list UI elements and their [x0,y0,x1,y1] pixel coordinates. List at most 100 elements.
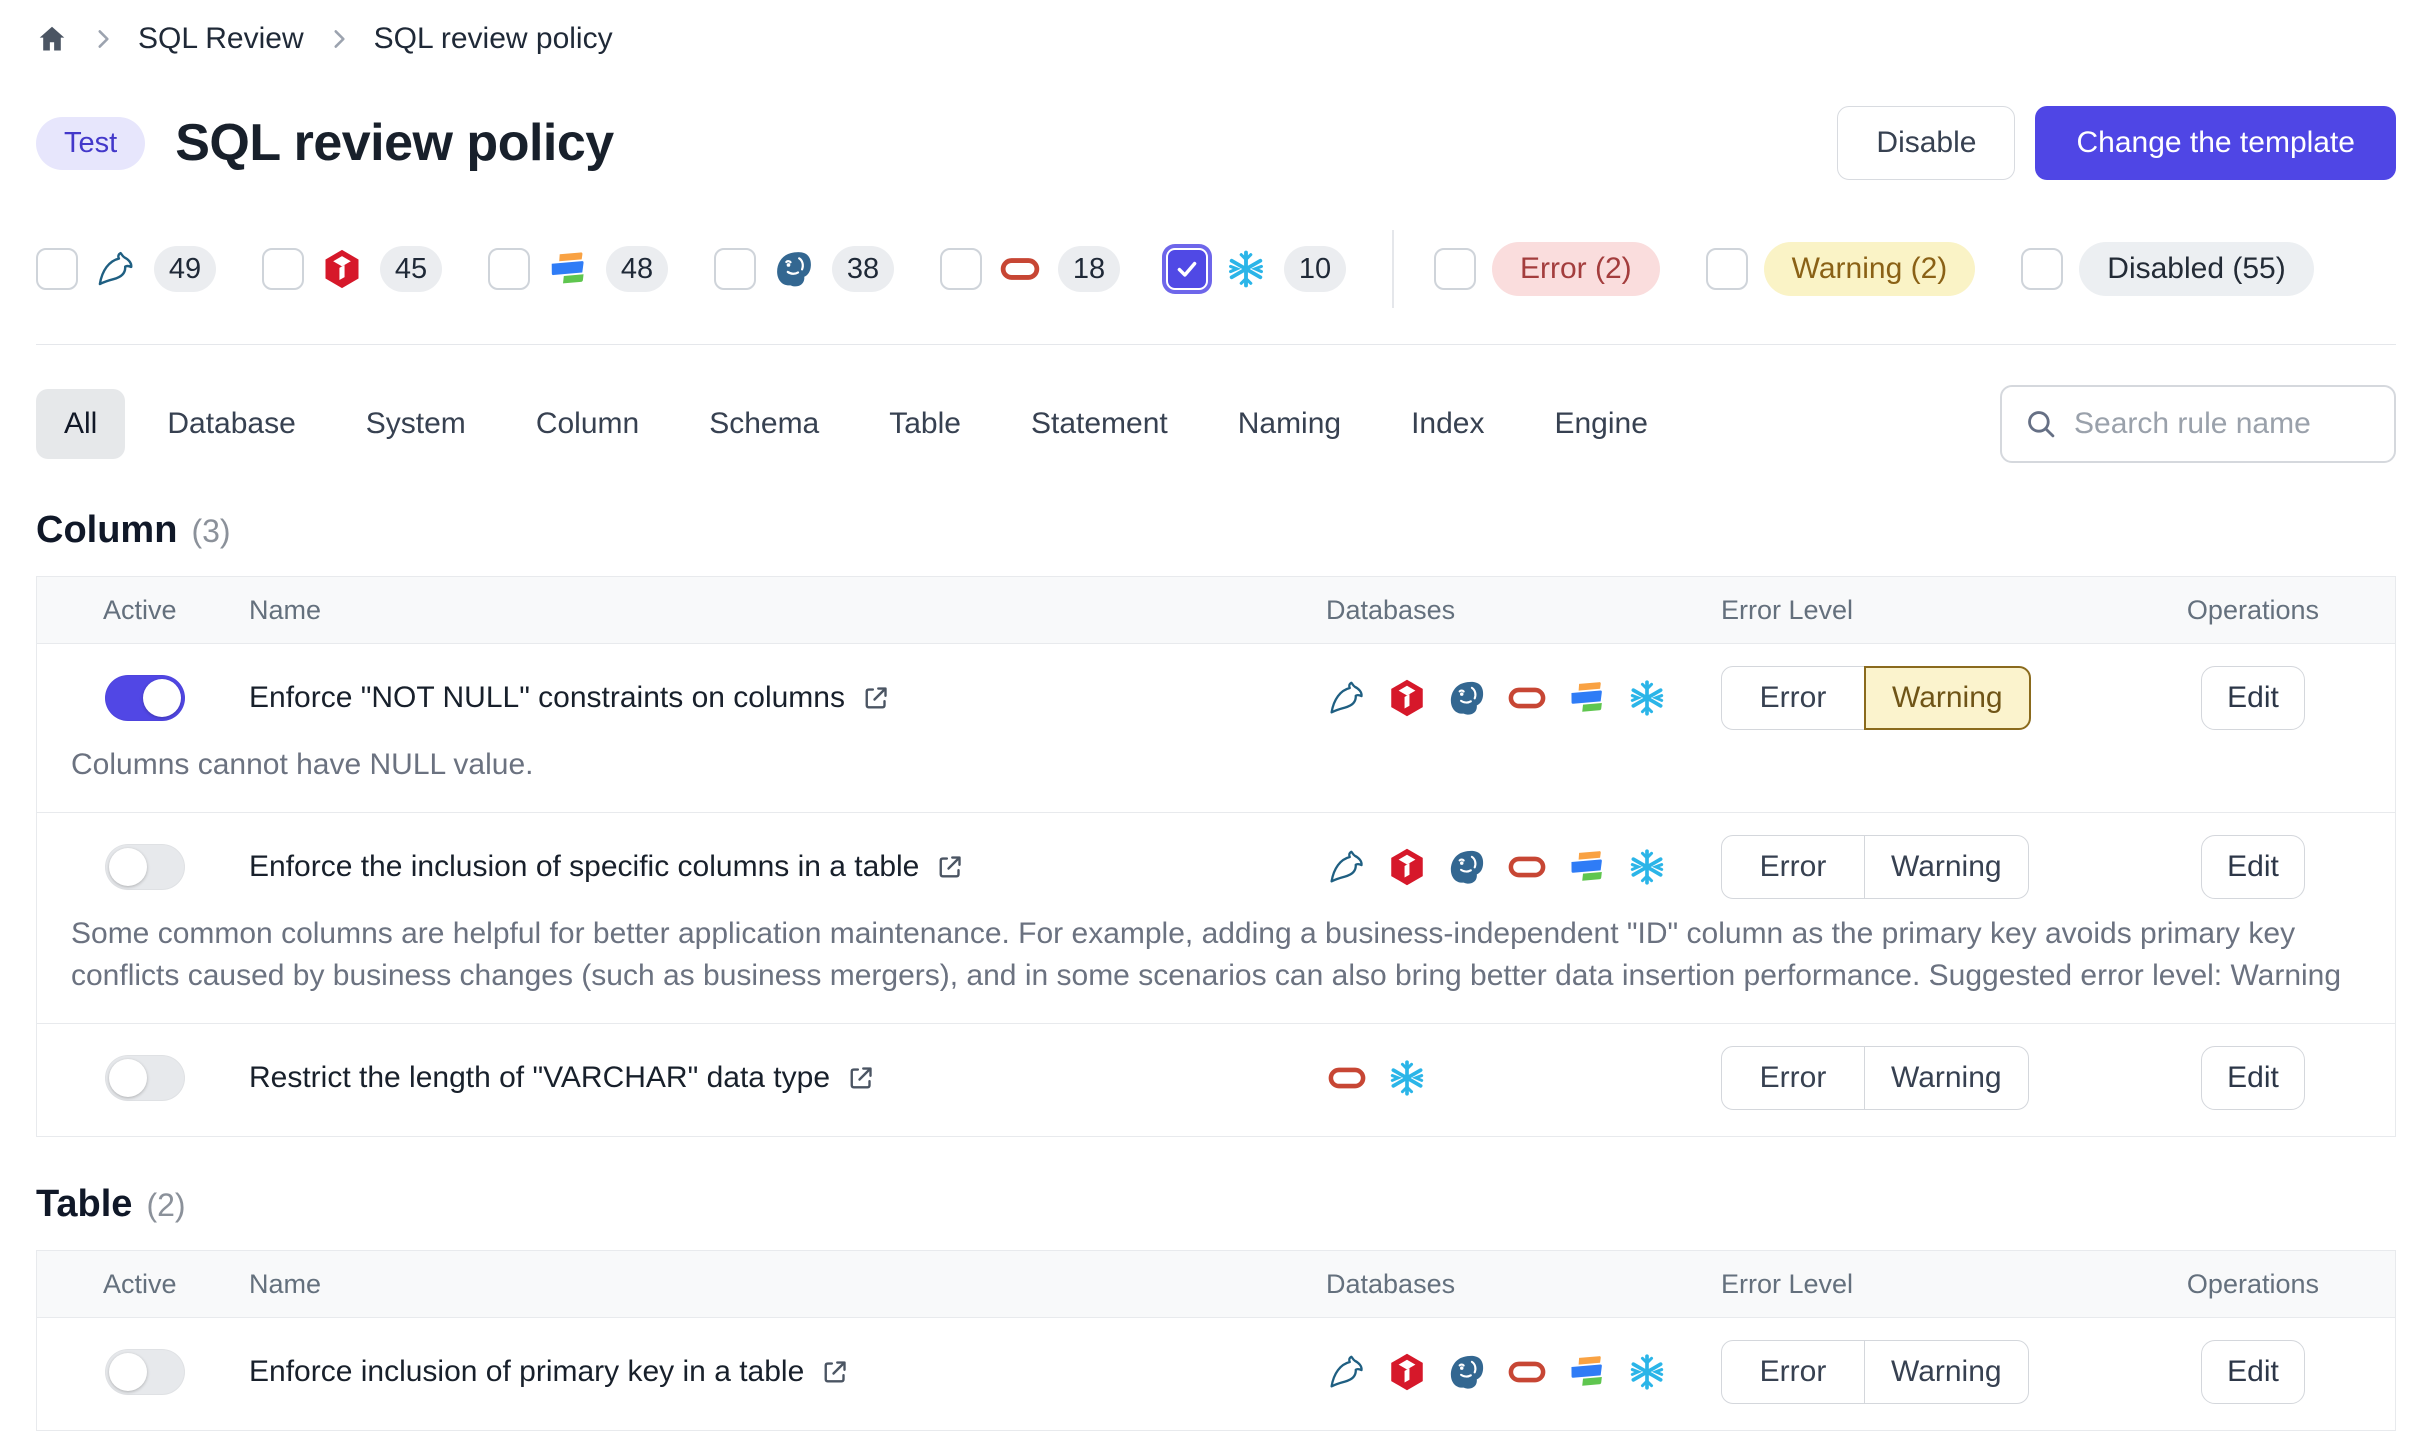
postgres-icon [1446,846,1488,888]
category-tabs-row: AllDatabaseSystemColumnSchemaTableStatem… [36,385,2396,463]
level-filter[interactable]: Error (2) [1434,242,1660,296]
error-level-button[interactable]: Error [1721,666,1865,730]
rule-name[interactable]: Restrict the length of "VARCHAR" data ty… [249,1061,830,1095]
tidb-icon [1386,846,1428,888]
engine-filter[interactable]: 48 [488,246,668,292]
home-icon[interactable] [36,23,68,55]
rule-name[interactable]: Enforce "NOT NULL" constraints on column… [249,681,845,715]
snowflake-icon [1626,677,1668,719]
tab-statement[interactable]: Statement [1003,389,1196,459]
engine-checkbox[interactable] [262,248,304,290]
column-header-databases: Databases [1326,595,1721,626]
rule-row: Enforce "NOT NULL" constraints on column… [37,644,2395,813]
breadcrumb-sql-review[interactable]: SQL Review [138,22,304,56]
column-header-name: Name [249,595,1326,626]
oceanbase-icon [1566,677,1608,719]
search-input[interactable] [2072,406,2394,442]
column-header-name: Name [249,1269,1326,1300]
page-title: SQL review policy [175,113,614,173]
section-count: (3) [191,513,230,550]
page-header: Test SQL review policy Disable Change th… [36,106,2396,180]
oracle-icon [1326,1057,1368,1099]
header-actions: Disable Change the template [1837,106,2396,180]
warning-level-button[interactable]: Warning [1864,835,2029,899]
section-divider [36,344,2396,345]
external-link-icon[interactable] [861,683,891,713]
active-toggle[interactable] [105,1055,185,1101]
edit-button[interactable]: Edit [2201,1340,2305,1404]
rule-row: Enforce the inclusion of specific column… [37,813,2395,1024]
rule-databases [1326,677,1721,719]
level-filters: Error (2) Warning (2) Disabled (55) [1434,242,2360,296]
tab-table[interactable]: Table [861,389,989,459]
mysql-icon [1326,846,1368,888]
engine-filter[interactable]: 49 [36,246,216,292]
edit-button[interactable]: Edit [2201,1046,2305,1110]
active-toggle[interactable] [105,844,185,890]
tab-engine[interactable]: Engine [1526,389,1675,459]
postgres-icon [1446,677,1488,719]
engine-filter[interactable]: 45 [262,246,442,292]
oracle-icon [1506,1351,1548,1393]
chevron-right-icon [90,26,116,52]
error-level-button[interactable]: Error [1721,835,1865,899]
external-link-icon[interactable] [935,852,965,882]
level-checkbox[interactable] [2021,248,2063,290]
edit-button[interactable]: Edit [2201,835,2305,899]
engine-checkbox[interactable] [714,248,756,290]
warning-level-button[interactable]: Warning [1864,666,2031,730]
tab-column[interactable]: Column [508,389,667,459]
section-heading: Column (3) [36,509,2396,552]
oceanbase-icon [1566,1351,1608,1393]
mysql-icon [1326,1351,1368,1393]
level-checkbox[interactable] [1434,248,1476,290]
error-level-button[interactable]: Error [1721,1340,1865,1404]
tab-all[interactable]: All [36,389,125,459]
sql-review-policy-page: SQL Review SQL review policy Test SQL re… [0,0,2432,1431]
rule-databases [1326,1057,1721,1099]
snowflake-icon [1224,247,1268,291]
external-link-icon[interactable] [846,1063,876,1093]
environment-badge[interactable]: Test [36,117,145,170]
change-template-button[interactable]: Change the template [2035,106,2396,180]
tab-system[interactable]: System [338,389,494,459]
engine-checkbox[interactable] [1166,248,1208,290]
warning-level-button[interactable]: Warning [1864,1046,2029,1110]
engine-filter[interactable]: 18 [940,246,1120,292]
tab-schema[interactable]: Schema [681,389,847,459]
engine-filter[interactable]: 10 [1166,246,1346,292]
error-level-button[interactable]: Error [1721,1046,1865,1110]
engine-count-badge: 48 [606,246,668,292]
disable-button[interactable]: Disable [1837,106,2015,180]
rule-name[interactable]: Enforce the inclusion of specific column… [249,850,919,884]
rule-name[interactable]: Enforce inclusion of primary key in a ta… [249,1355,804,1389]
engine-filter[interactable]: 38 [714,246,894,292]
warning-level-button[interactable]: Warning [1864,1340,2029,1404]
postgres-icon [1446,1351,1488,1393]
tab-database[interactable]: Database [139,389,323,459]
oracle-icon [1506,677,1548,719]
active-toggle[interactable] [105,675,185,721]
level-filter[interactable]: Disabled (55) [2021,242,2313,296]
oracle-icon [998,247,1042,291]
level-checkbox[interactable] [1706,248,1748,290]
rule-section: Column (3) ActiveNameDatabasesError Leve… [36,509,2396,1137]
level-filter-label: Error (2) [1492,242,1660,296]
section-count: (2) [146,1187,185,1224]
engine-checkbox[interactable] [488,248,530,290]
engine-checkbox[interactable] [940,248,982,290]
tidb-icon [1386,677,1428,719]
rule-row: Enforce inclusion of primary key in a ta… [37,1318,2395,1430]
tab-naming[interactable]: Naming [1210,389,1369,459]
column-header-error-level: Error Level [1721,595,2204,626]
column-header-error-level: Error Level [1721,1269,2204,1300]
section-title: Table [36,1183,132,1226]
edit-button[interactable]: Edit [2201,666,2305,730]
active-toggle[interactable] [105,1349,185,1395]
table-header: ActiveNameDatabasesError LevelOperations [37,577,2395,644]
level-filter[interactable]: Warning (2) [1706,242,1976,296]
breadcrumb-current-page: SQL review policy [374,22,613,56]
external-link-icon[interactable] [820,1357,850,1387]
tab-index[interactable]: Index [1383,389,1512,459]
engine-checkbox[interactable] [36,248,78,290]
